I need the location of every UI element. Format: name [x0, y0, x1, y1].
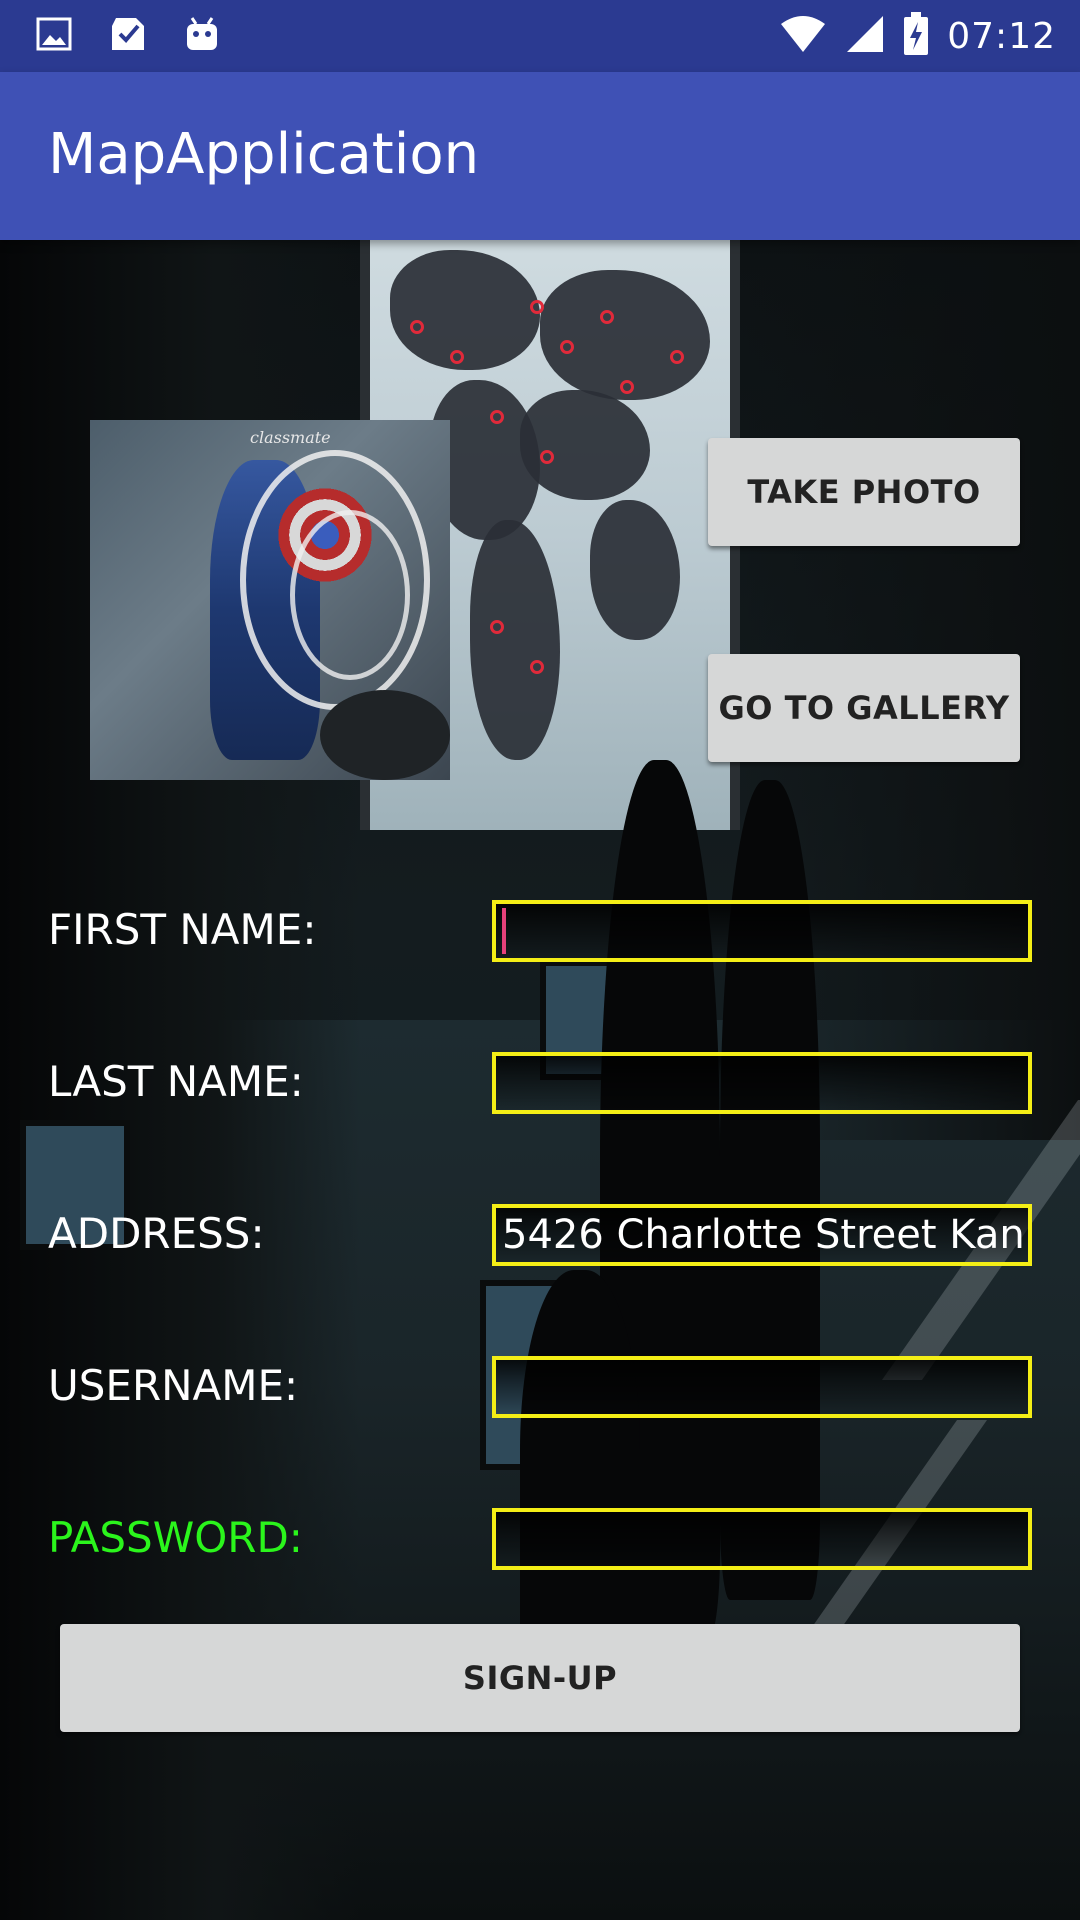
take-photo-button[interactable]: TAKE PHOTO [708, 438, 1020, 546]
content-area: classmate TAKE PHOTO GO TO GALLERY FIRST… [0, 240, 1080, 1920]
address-input[interactable]: 5426 Charlotte Street Kan [492, 1204, 1032, 1266]
profile-photo: classmate [90, 420, 450, 780]
first-name-label: FIRST NAME: [48, 905, 317, 954]
cell-signal-icon [845, 14, 885, 58]
username-label: USERNAME: [48, 1361, 299, 1410]
first-name-input[interactable] [492, 900, 1032, 962]
sd-card-check-icon [108, 14, 148, 58]
status-right-icons: 07:12 [779, 12, 1056, 60]
username-input[interactable] [492, 1356, 1032, 1418]
sign-up-button[interactable]: SIGN-UP [60, 1624, 1020, 1732]
status-time: 07:12 [947, 15, 1056, 57]
image-icon [36, 17, 72, 55]
battery-charging-icon [903, 12, 929, 60]
app-title: MapApplication [48, 122, 480, 187]
status-bar: 07:12 [0, 0, 1080, 72]
text-caret [502, 908, 506, 954]
wifi-icon [779, 14, 827, 58]
password-input[interactable] [492, 1508, 1032, 1570]
app-bar: MapApplication [0, 72, 1080, 240]
last-name-input[interactable] [492, 1052, 1032, 1114]
address-label: ADDRESS: [48, 1209, 265, 1258]
address-value: 5426 Charlotte Street Kan [502, 1212, 1025, 1258]
photo-caption: classmate [250, 428, 331, 447]
background-person [520, 1270, 640, 1670]
android-icon [184, 14, 220, 58]
last-name-label: LAST NAME: [48, 1057, 304, 1106]
go-to-gallery-button[interactable]: GO TO GALLERY [708, 654, 1020, 762]
status-left-icons [36, 12, 220, 60]
password-label: PASSWORD: [48, 1513, 303, 1562]
